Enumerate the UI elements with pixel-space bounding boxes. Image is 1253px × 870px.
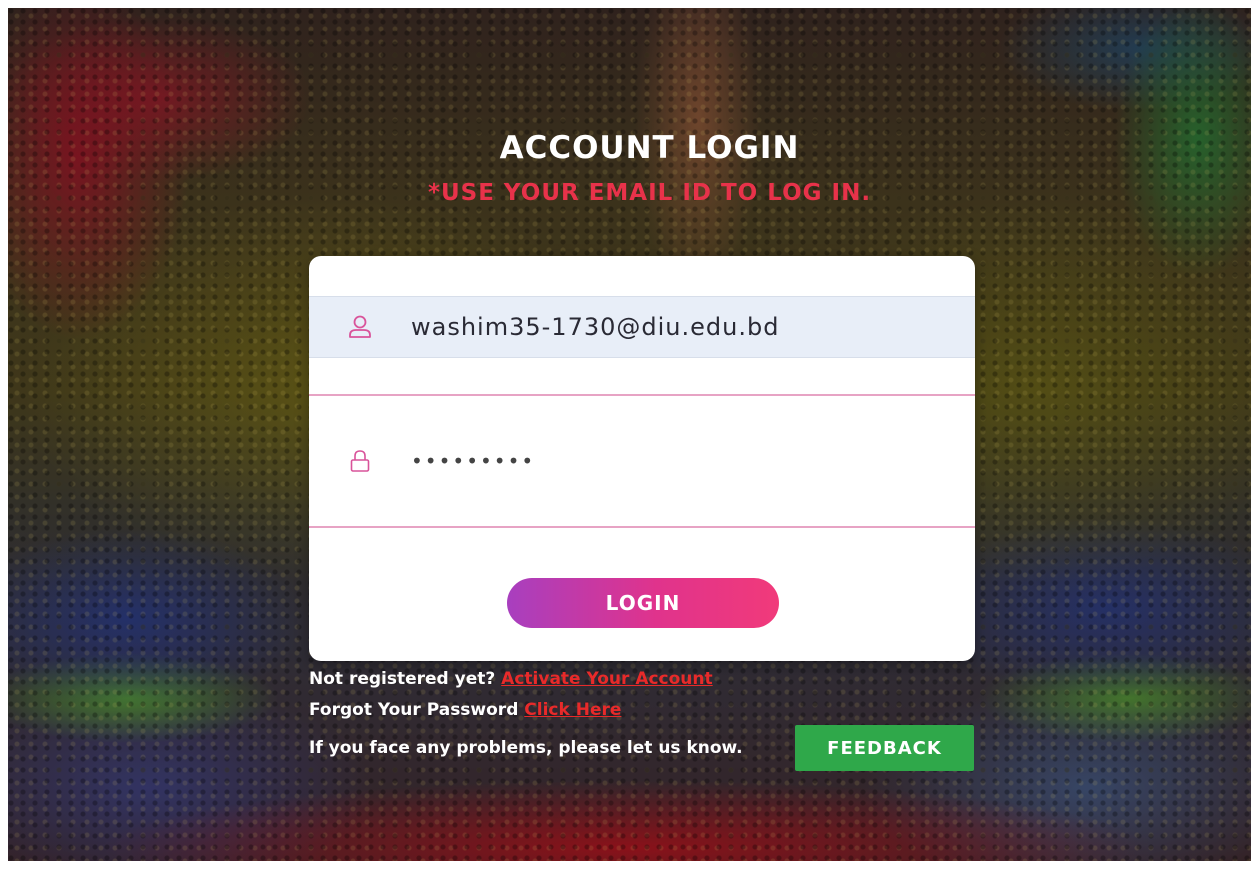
forgot-password-row: Forgot Your Password Click Here <box>309 700 621 720</box>
feedback-button[interactable]: FEEDBACK <box>795 725 974 771</box>
register-row: Not registered yet? Activate Your Accoun… <box>309 669 713 689</box>
page-title: ACCOUNT LOGIN <box>499 130 800 166</box>
login-instruction: *USE YOUR EMAIL ID TO LOG IN. <box>427 180 872 206</box>
password-field[interactable] <box>309 394 975 528</box>
login-page: ACCOUNT LOGIN *USE YOUR EMAIL ID TO LOG … <box>8 8 1251 861</box>
login-card: LOGIN <box>309 256 975 661</box>
activate-account-link[interactable]: Activate Your Account <box>501 669 712 689</box>
forgot-password-text: Forgot Your Password <box>309 700 519 720</box>
not-registered-text: Not registered yet? <box>309 669 496 689</box>
email-field[interactable] <box>309 296 975 358</box>
click-here-link[interactable]: Click Here <box>524 700 621 720</box>
user-icon <box>345 312 375 342</box>
lock-icon <box>345 446 375 476</box>
feedback-row: If you face any problems, please let us … <box>309 738 743 758</box>
password-input[interactable] <box>411 449 931 473</box>
email-input[interactable] <box>411 313 931 341</box>
problems-text: If you face any problems, please let us … <box>309 738 743 758</box>
login-button[interactable]: LOGIN <box>507 578 779 628</box>
